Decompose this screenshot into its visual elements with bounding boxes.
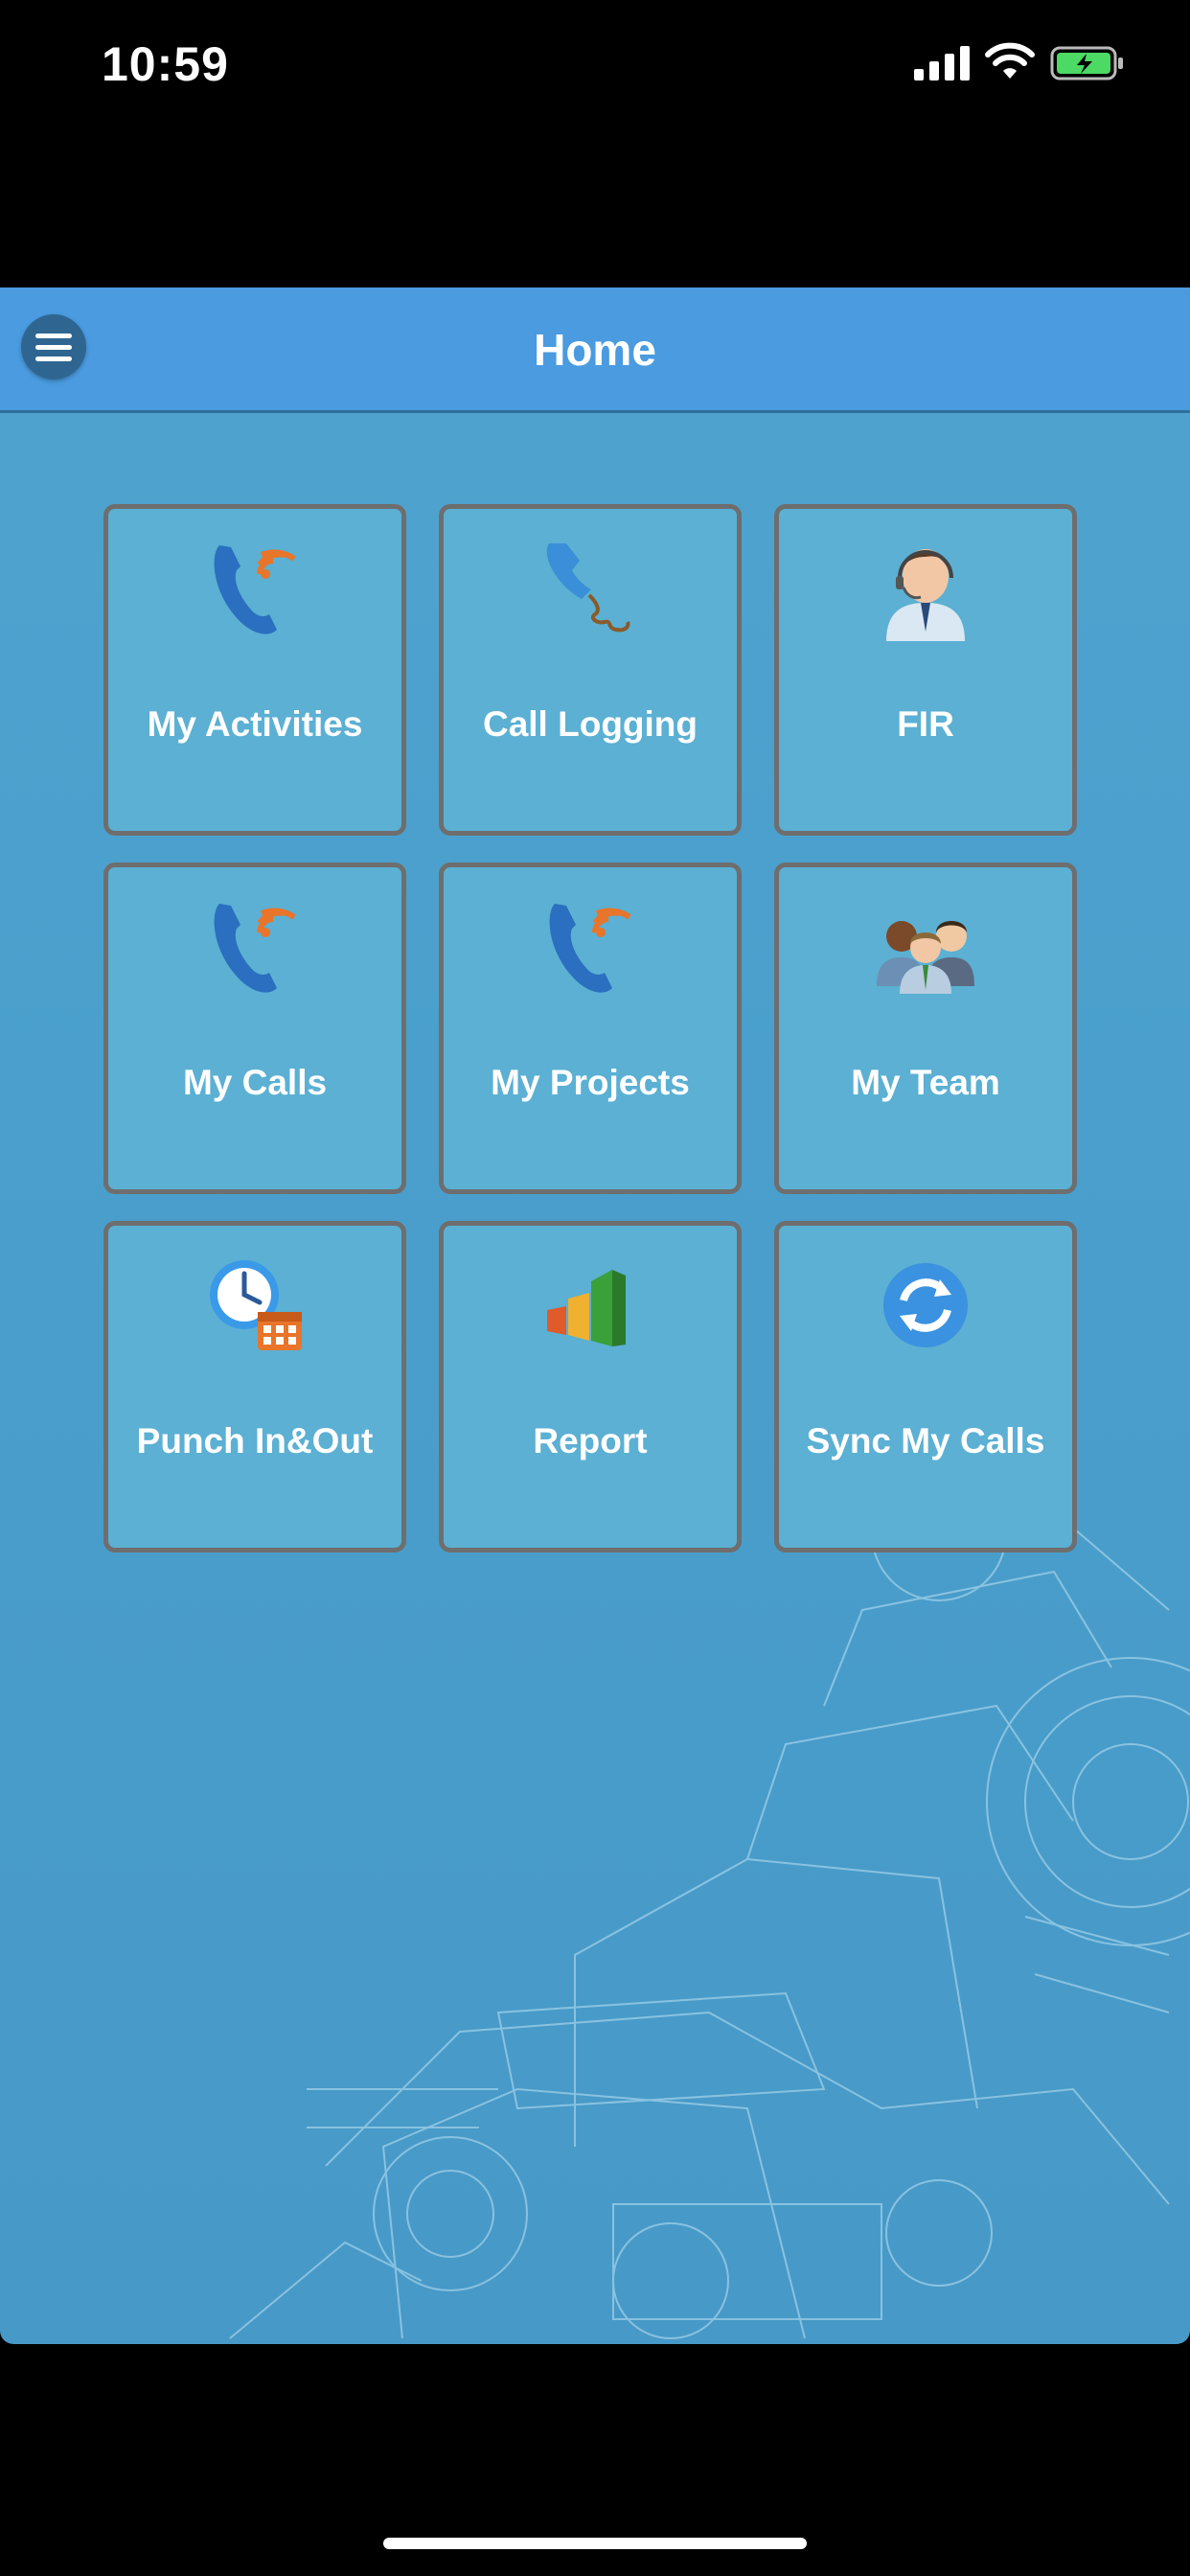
team-icon [877, 921, 974, 994]
tile-label: Sync My Calls [806, 1421, 1045, 1460]
wifi-icon [985, 42, 1035, 79]
tile-report[interactable]: Report [439, 1221, 742, 1552]
tile-call-logging[interactable]: Call Logging [439, 504, 742, 836]
page-title: Home [534, 325, 656, 375]
sync-icon [883, 1263, 968, 1347]
header-bar: Home [0, 288, 1190, 413]
tile-label: Punch In&Out [136, 1421, 374, 1460]
blueprint-background-illustration [229, 1456, 1190, 2339]
phone-signal-icon [549, 904, 631, 993]
tile-label: My Activities [147, 704, 363, 744]
tile-fir[interactable]: FIR [774, 504, 1077, 836]
tile-label: My Projects [491, 1063, 690, 1102]
tile-sync-my-calls[interactable]: Sync My Calls [774, 1221, 1077, 1552]
battery-charging-icon [1050, 46, 1123, 80]
tile-label: FIR [897, 704, 954, 744]
tile-label: Report [533, 1421, 648, 1460]
status-bar: 10:59 [0, 0, 1190, 134]
tile-label: My Team [851, 1063, 1000, 1102]
tile-label: My Calls [182, 1063, 328, 1102]
phone-signal-icon [214, 545, 296, 634]
clock-calendar-icon [210, 1260, 302, 1350]
tile-my-team[interactable]: My Team [774, 862, 1077, 1194]
status-time: 10:59 [102, 37, 229, 91]
app-screen: Home My Activities Call Logging FIR My C… [0, 288, 1190, 2344]
menu-grid: My Activities Call Logging FIR My Calls … [103, 504, 1087, 1552]
phone-signal-icon [214, 904, 296, 993]
support-agent-icon [886, 549, 965, 641]
phone-handset-icon [546, 543, 630, 632]
tile-punch-in-out[interactable]: Punch In&Out [103, 1221, 406, 1552]
tile-my-projects[interactable]: My Projects [439, 862, 742, 1194]
tile-label: Call Logging [482, 704, 698, 744]
home-indicator[interactable] [383, 2538, 807, 2549]
tile-my-calls[interactable]: My Calls [103, 862, 406, 1194]
bar-chart-icon [547, 1270, 626, 1346]
tile-my-activities[interactable]: My Activities [103, 504, 406, 836]
cellular-signal-icon [914, 46, 970, 80]
